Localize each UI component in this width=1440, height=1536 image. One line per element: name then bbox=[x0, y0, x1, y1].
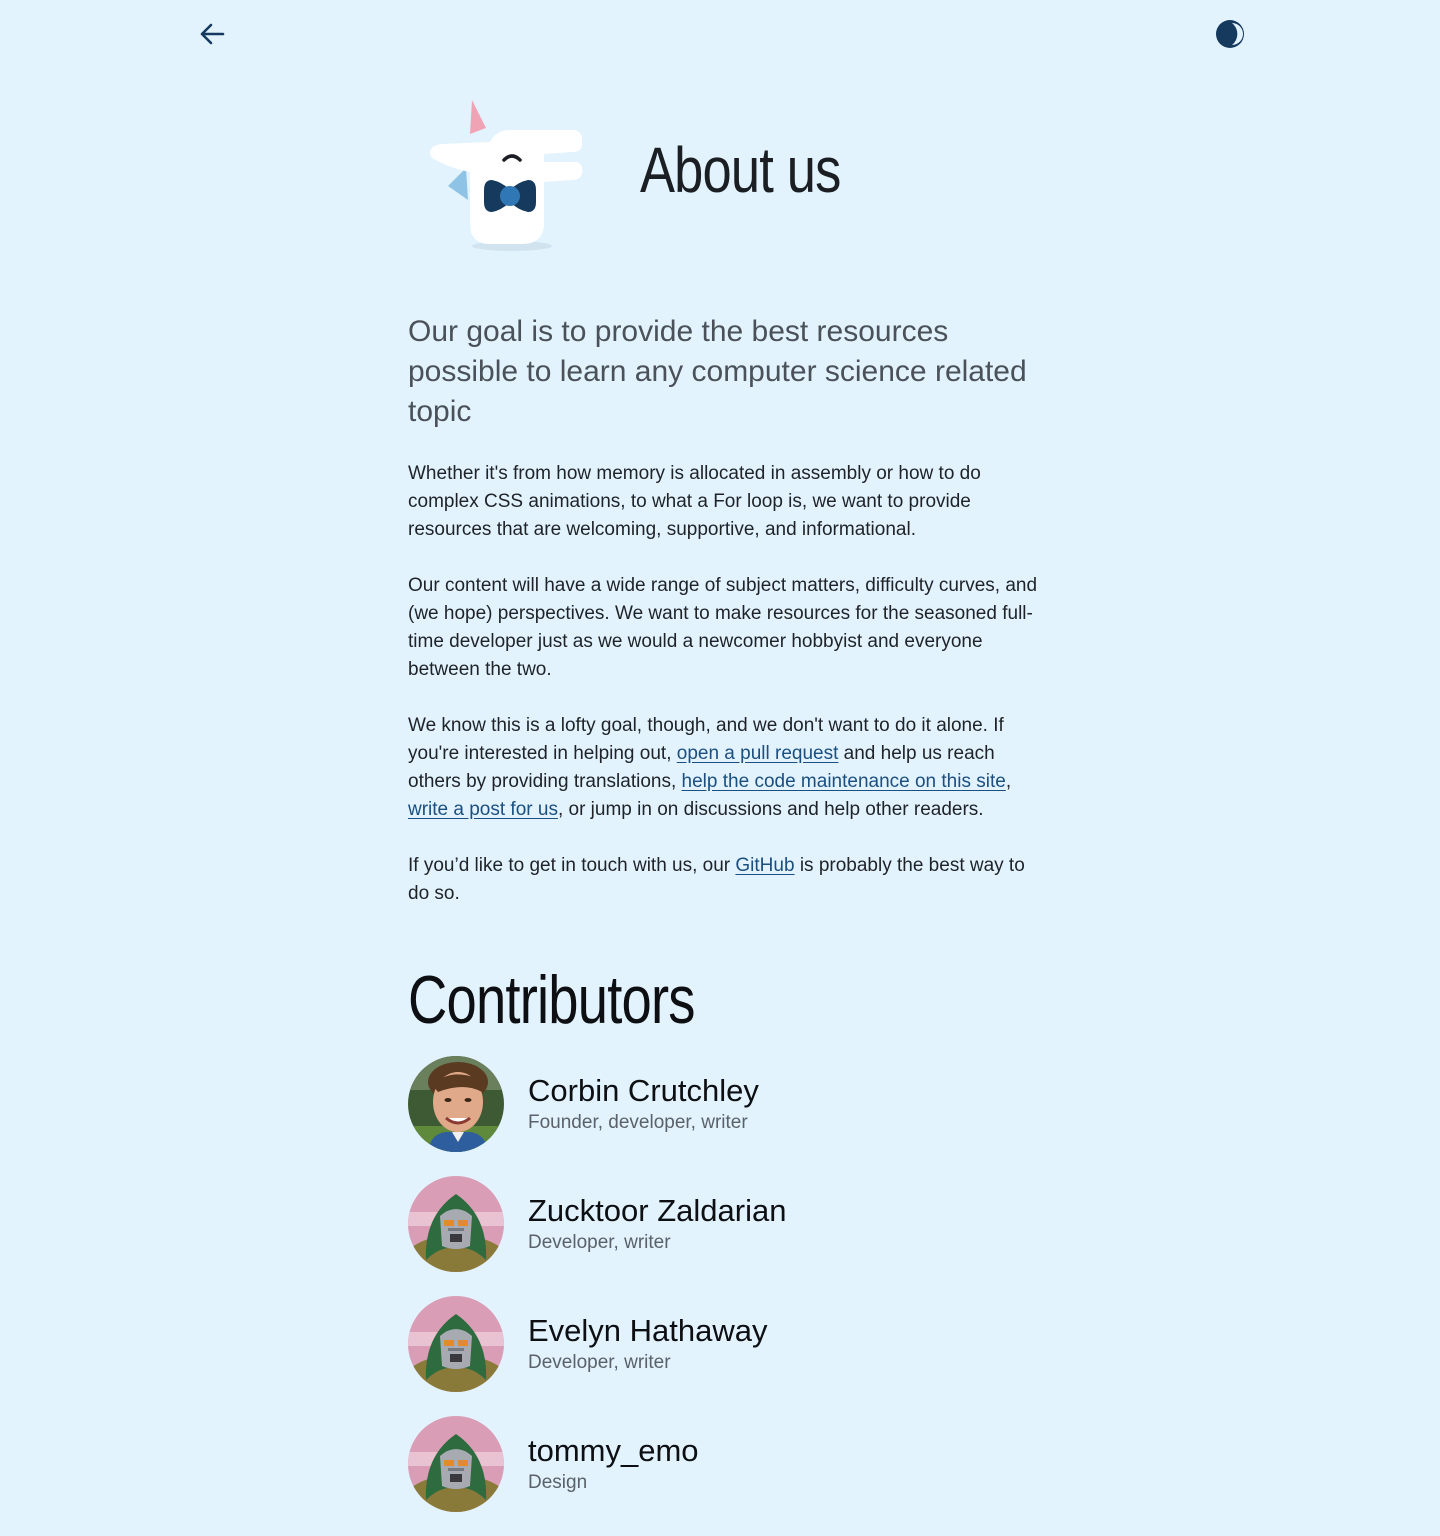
contributor-text: Zucktoor Zaldarian Developer, writer bbox=[528, 1192, 786, 1256]
contributor-role: Design bbox=[528, 1472, 588, 1493]
contributor-item[interactable]: Zucktoor Zaldarian Developer, writer bbox=[408, 1176, 1048, 1272]
contributor-name[interactable]: Zucktoor Zaldarian bbox=[528, 1192, 786, 1230]
github-link[interactable]: GitHub bbox=[735, 855, 794, 876]
contributor-text: Evelyn Hathaway Developer, writer bbox=[528, 1312, 768, 1376]
unicorn-bowtie-logo bbox=[426, 94, 586, 254]
half-moon-icon bbox=[1213, 17, 1247, 56]
open-pull-request-link[interactable]: open a pull request bbox=[677, 743, 839, 764]
contributor-text: tommy_emo Design bbox=[528, 1432, 699, 1496]
paragraph-4: If you’d like to get in touch with us, o… bbox=[408, 852, 1038, 908]
back-button[interactable] bbox=[194, 18, 230, 54]
avatar[interactable] bbox=[408, 1296, 504, 1392]
contributor-role: Founder, developer, writer bbox=[528, 1112, 748, 1133]
contributor-item[interactable]: Corbin Crutchley Founder, developer, wri… bbox=[408, 1056, 1048, 1152]
page-header: About us bbox=[420, 90, 880, 260]
contributor-item[interactable]: Evelyn Hathaway Developer, writer bbox=[408, 1296, 1048, 1392]
paragraph-3: We know this is a lofty goal, though, an… bbox=[408, 712, 1038, 824]
arrow-left-icon bbox=[197, 19, 227, 54]
theme-toggle-button[interactable] bbox=[1212, 18, 1248, 54]
avatar[interactable] bbox=[408, 1056, 504, 1152]
paragraph-4-text-1: If you’d like to get in touch with us, o… bbox=[408, 855, 736, 876]
about-content: Our goal is to provide the best resource… bbox=[408, 312, 1038, 936]
code-maintenance-link[interactable]: help the code maintenance on this site bbox=[682, 771, 1006, 792]
contributor-text: Corbin Crutchley Founder, developer, wri… bbox=[528, 1072, 759, 1136]
contributors-heading: Contributors bbox=[408, 962, 696, 1038]
avatar[interactable] bbox=[408, 1176, 504, 1272]
paragraph-3-text-3: , bbox=[1005, 771, 1012, 792]
contributor-role: Developer, writer bbox=[528, 1352, 671, 1373]
contributor-name[interactable]: Evelyn Hathaway bbox=[528, 1312, 768, 1350]
paragraph-3-text-4: , or jump in on discussions and help oth… bbox=[557, 799, 984, 820]
lead-paragraph: Our goal is to provide the best resource… bbox=[408, 315, 1027, 428]
contributor-name[interactable]: Corbin Crutchley bbox=[528, 1072, 759, 1110]
paragraph-2: Our content will have a wide range of su… bbox=[408, 575, 1038, 680]
contributor-item[interactable]: tommy_emo Design bbox=[408, 1416, 1048, 1512]
write-post-link[interactable]: write a post for us bbox=[408, 799, 558, 820]
contributors-list: Corbin Crutchley Founder, developer, wri… bbox=[408, 1056, 1048, 1536]
avatar[interactable] bbox=[408, 1416, 504, 1512]
contributor-role: Developer, writer bbox=[528, 1232, 671, 1253]
page-title: About us bbox=[640, 134, 841, 206]
paragraph-1: Whether it's from how memory is allocate… bbox=[408, 463, 981, 540]
contributor-name[interactable]: tommy_emo bbox=[528, 1432, 699, 1470]
